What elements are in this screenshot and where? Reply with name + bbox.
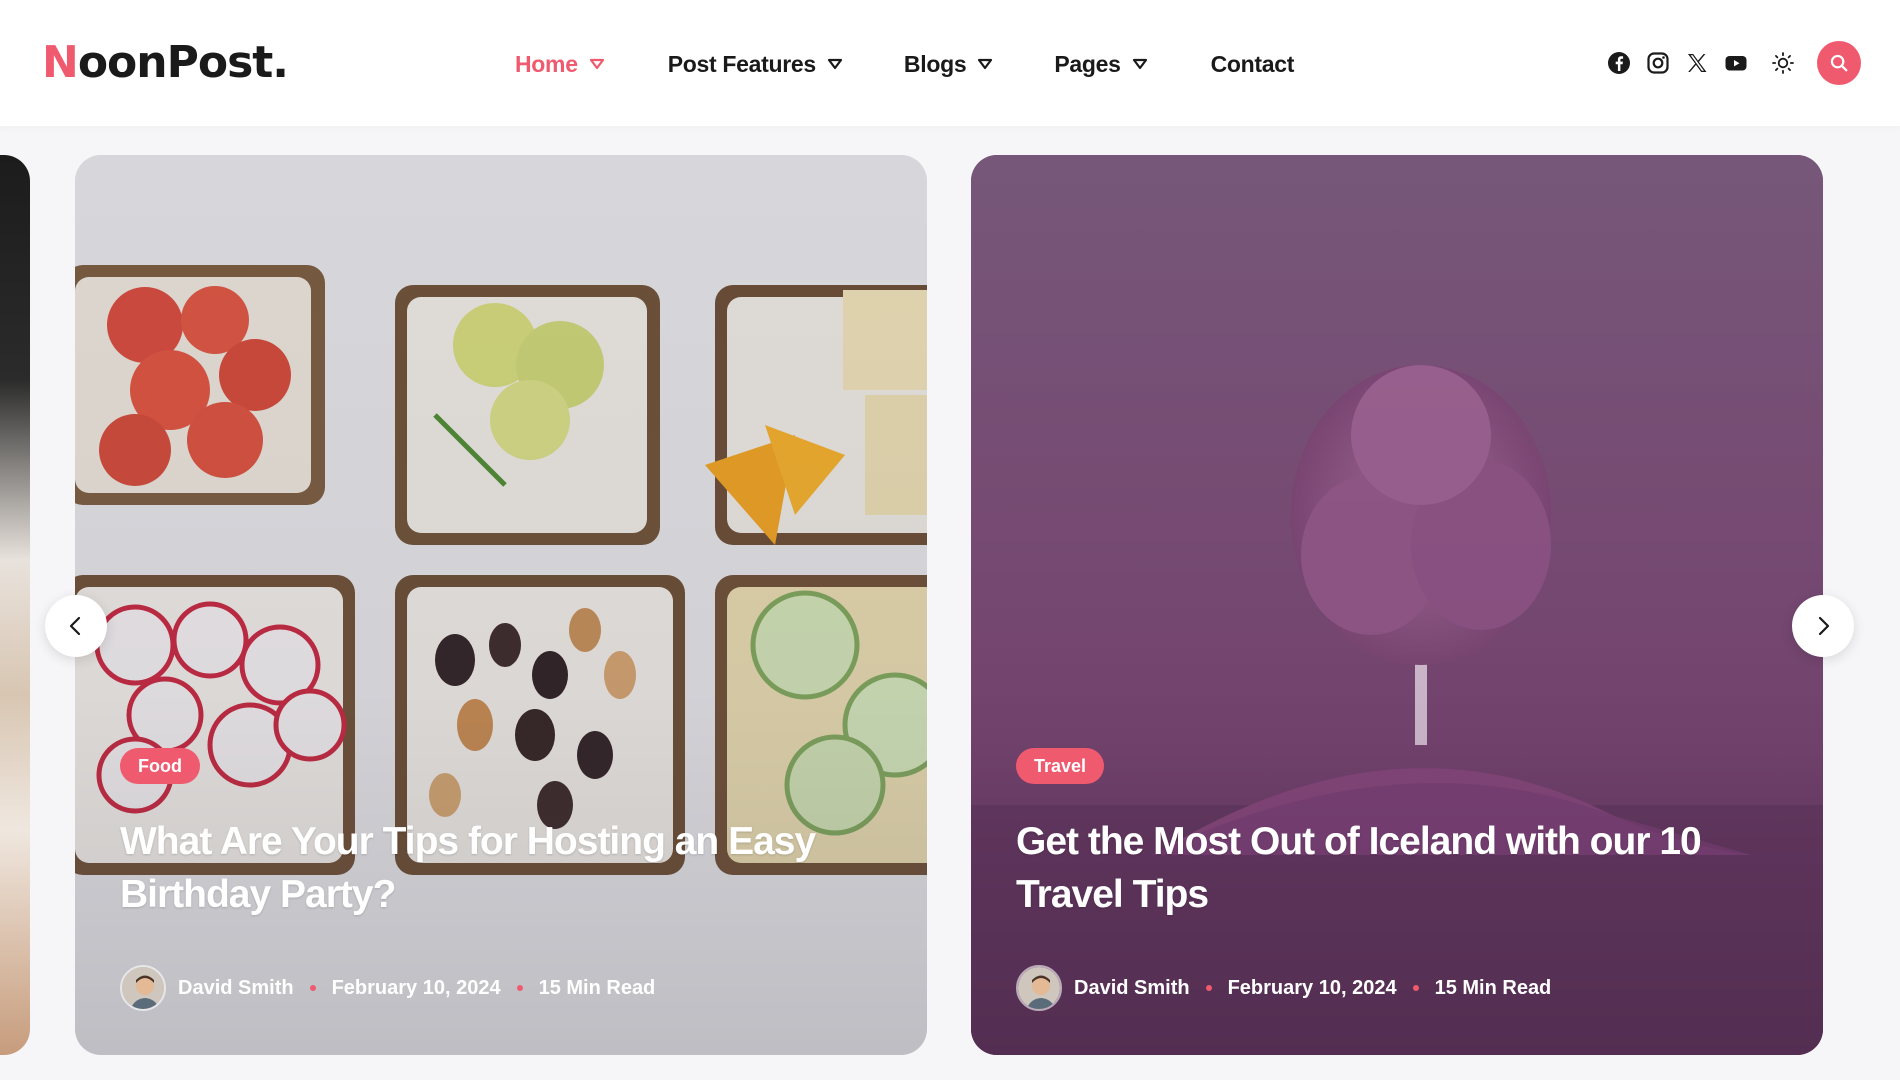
logo-text: oonPost. — [77, 37, 289, 88]
category-badge[interactable]: Travel — [1016, 748, 1105, 784]
post-meta: David Smith February 10, 2024 15 Min Rea… — [120, 965, 655, 1011]
slider-prev-button[interactable] — [45, 595, 107, 657]
nav-item-contact[interactable]: Contact — [1211, 51, 1295, 78]
meta-separator — [516, 985, 523, 991]
nav-item-post-features[interactable]: Post Features — [668, 51, 844, 78]
slide-title[interactable]: Get the Most Out of Iceland with our 10 … — [1016, 815, 1776, 921]
nav-blogs-label: Blogs — [903, 50, 967, 77]
x-icon[interactable] — [1683, 49, 1711, 77]
header-actions — [1605, 41, 1861, 85]
chevron-down-icon — [1131, 55, 1149, 73]
chevron-left-icon — [69, 616, 81, 636]
main-nav: Home Post Features Blogs Pages Contact — [515, 42, 1294, 86]
post-date: February 10, 2024 — [1227, 976, 1397, 999]
chevron-right-icon — [1818, 616, 1830, 636]
slide-card[interactable]: Food What Are Your Tips for Hosting an E… — [75, 155, 927, 1055]
logo-initial: N — [42, 37, 79, 88]
nav-pages-label: Pages — [1054, 50, 1121, 77]
meta-separator — [1205, 985, 1212, 991]
category-badge[interactable]: Food — [120, 748, 200, 784]
post-meta: David Smith February 10, 2024 15 Min Rea… — [1016, 965, 1551, 1011]
nav-contact-label: Contact — [1210, 50, 1295, 77]
read-time: 15 Min Read — [1434, 976, 1552, 999]
slide-title[interactable]: What Are Your Tips for Hosting an Easy B… — [120, 815, 880, 921]
nav-item-pages[interactable]: Pages — [1054, 51, 1148, 78]
read-time: 15 Min Read — [538, 976, 656, 999]
search-button[interactable] — [1817, 41, 1861, 85]
sun-icon[interactable] — [1768, 48, 1798, 78]
search-icon — [1830, 54, 1848, 72]
meta-separator — [309, 985, 316, 991]
facebook-icon[interactable] — [1605, 49, 1633, 77]
previous-slide-peek[interactable] — [0, 155, 30, 1055]
author-name[interactable]: David Smith — [178, 977, 294, 1000]
slide-card[interactable]: Travel Get the Most Out of Iceland with … — [971, 155, 1823, 1055]
post-date: February 10, 2024 — [331, 976, 501, 999]
featured-slider: Food What Are Your Tips for Hosting an E… — [0, 155, 1900, 1055]
meta-separator — [1412, 985, 1419, 991]
author-avatar[interactable] — [120, 965, 166, 1011]
nav-item-blogs[interactable]: Blogs — [904, 51, 994, 78]
chevron-down-icon — [826, 55, 844, 73]
chevron-down-icon — [976, 55, 994, 73]
slider-next-button[interactable] — [1792, 595, 1854, 657]
instagram-icon[interactable] — [1644, 49, 1672, 77]
author-name[interactable]: David Smith — [1074, 977, 1190, 1000]
nav-post-features-label: Post Features — [667, 50, 817, 77]
youtube-icon[interactable] — [1722, 49, 1750, 77]
site-header: NoonPost. Home Post Features Blogs Pages — [0, 0, 1900, 126]
nav-home-label: Home — [515, 50, 578, 77]
site-logo[interactable]: NoonPost. — [42, 34, 289, 92]
nav-item-home[interactable]: Home — [515, 51, 606, 78]
chevron-down-icon — [588, 55, 606, 73]
author-avatar[interactable] — [1016, 965, 1062, 1011]
